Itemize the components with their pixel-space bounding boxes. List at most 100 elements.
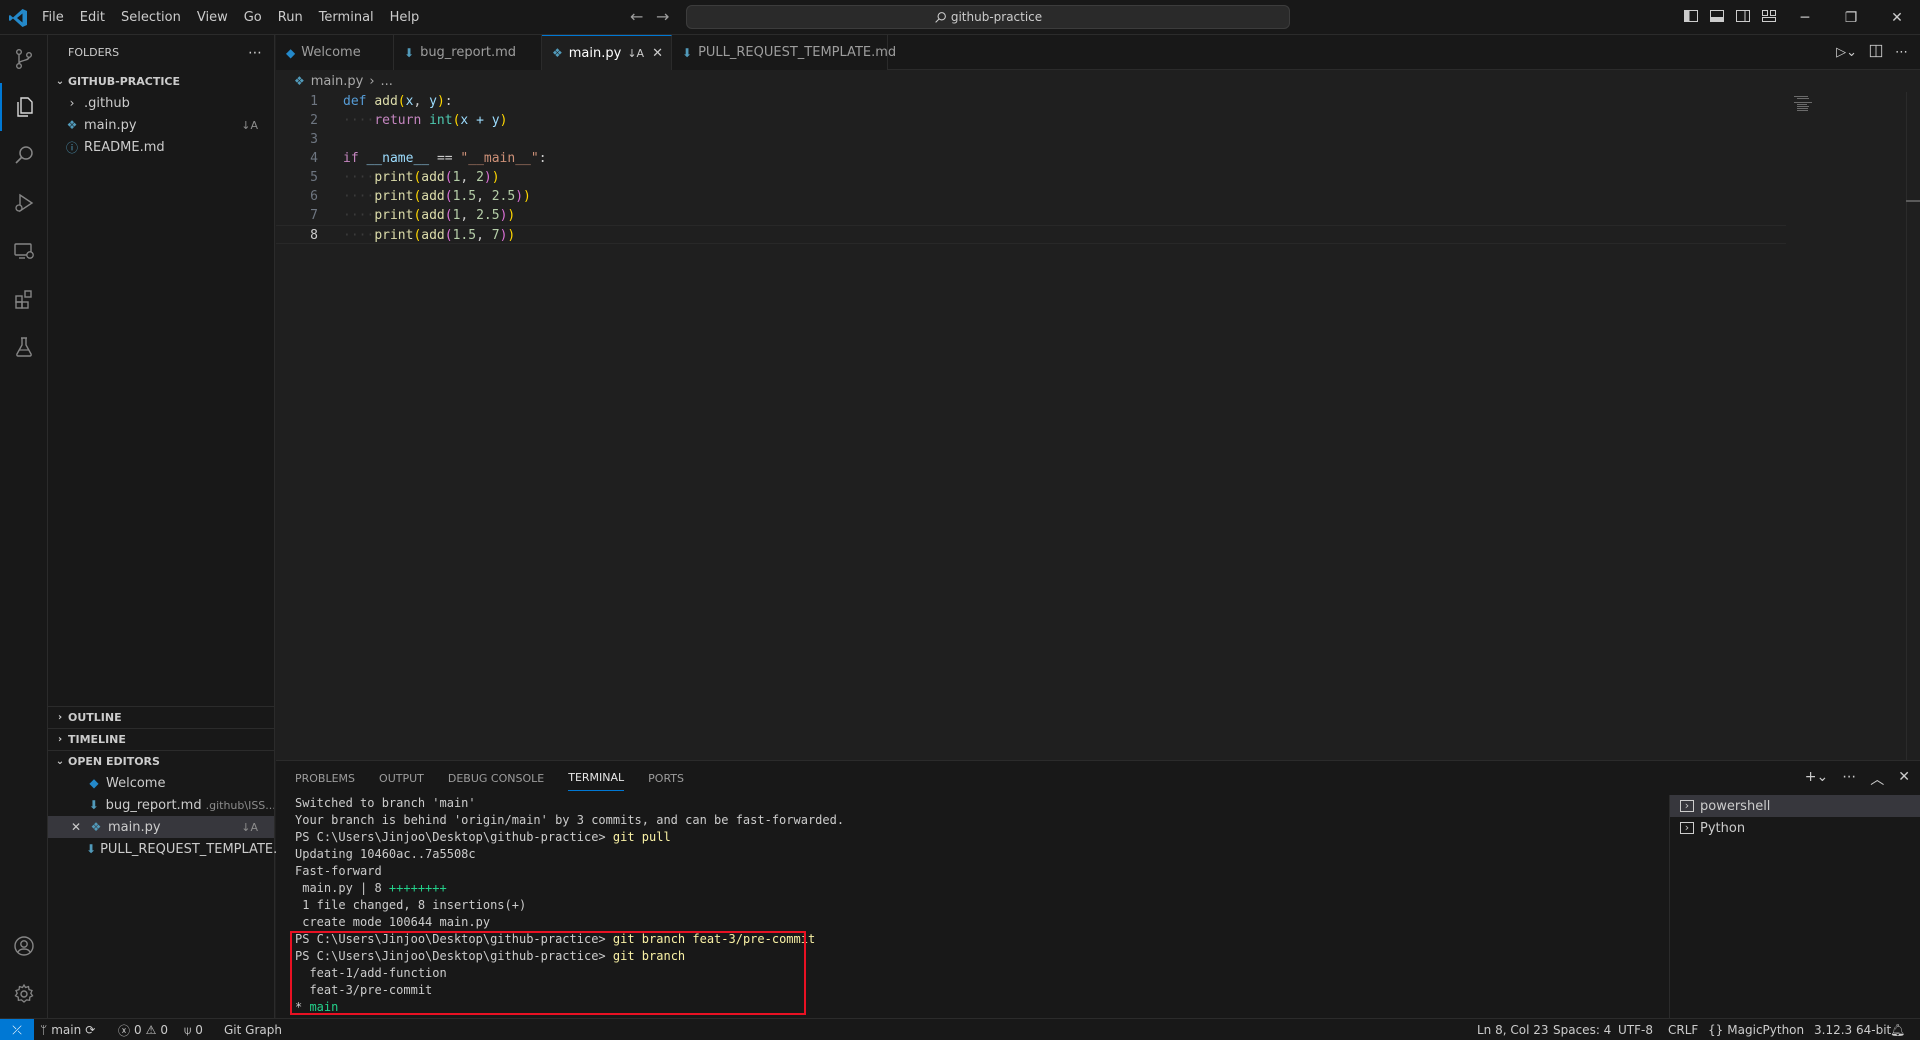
code-line: 7 ····print(add(1, 2.5)) xyxy=(310,208,516,223)
branch-status[interactable]: ᛘ main ⟳ xyxy=(40,1019,95,1040)
menu-terminal[interactable]: Terminal xyxy=(311,0,382,35)
maximize-panel-icon[interactable]: ︿ xyxy=(1870,769,1884,789)
code-editor[interactable]: 1 def add(x, y): 2 ····return int(x + y)… xyxy=(276,92,1920,760)
git-graph-button[interactable]: Git Graph xyxy=(224,1019,282,1040)
tree-item-main-py[interactable]: ❖ main.py ↓A xyxy=(48,114,274,136)
language-mode[interactable]: {} MagicPython xyxy=(1708,1019,1804,1040)
chevron-right-icon: › xyxy=(57,712,63,723)
breadcrumb: ❖ main.py › ... xyxy=(276,70,1920,92)
accounts-icon[interactable] xyxy=(0,922,48,970)
open-editor-path: .github\ISS... xyxy=(205,798,274,812)
minimize-icon[interactable]: ─ xyxy=(1782,0,1828,35)
git-status-badge: ↓A xyxy=(241,118,258,132)
tab-problems[interactable]: PROBLEMS xyxy=(295,766,355,791)
chevron-right-icon: › xyxy=(69,96,75,110)
ports-status[interactable]: ⍦ 0 xyxy=(184,1019,203,1040)
terminal-icon: › xyxy=(1680,822,1694,834)
eol-status[interactable]: CRLF xyxy=(1668,1019,1698,1040)
search-icon[interactable] xyxy=(0,131,48,179)
menu-edit[interactable]: Edit xyxy=(72,0,113,35)
menu-run[interactable]: Run xyxy=(270,0,311,35)
tab-main-py[interactable]: ❖ main.py ↓A ✕ xyxy=(542,35,672,70)
tab-label: Welcome xyxy=(301,45,361,60)
open-editor-bug-report[interactable]: ⬇ bug_report.md .github\ISS... xyxy=(48,794,274,816)
tree-item-label: .github xyxy=(84,95,130,111)
braces-icon: {} xyxy=(1708,1023,1724,1037)
remote-indicator-icon[interactable]: ⤫ xyxy=(0,1019,34,1040)
source-control-icon[interactable] xyxy=(0,35,48,83)
python-interpreter[interactable]: 3.12.3 64-bit xyxy=(1814,1019,1891,1040)
extensions-icon[interactable] xyxy=(0,275,48,323)
workspace-folder-header[interactable]: ⌄ GITHUB-PRACTICE xyxy=(48,70,274,92)
sidebar-header: FOLDERS ⋯ xyxy=(48,35,274,70)
info-icon: ⓘ xyxy=(65,140,78,155)
forward-arrow-icon[interactable]: → xyxy=(656,7,669,26)
menu-go[interactable]: Go xyxy=(236,0,270,35)
breadcrumb-file[interactable]: main.py xyxy=(311,74,364,89)
sidebar-title: FOLDERS xyxy=(68,46,120,59)
vscode-logo-icon[interactable] xyxy=(8,8,28,28)
sync-icon[interactable]: ⟳ xyxy=(85,1023,95,1037)
split-editor-icon[interactable] xyxy=(1869,44,1883,62)
close-panel-icon[interactable]: ✕ xyxy=(1898,769,1910,789)
indentation-status[interactable]: Spaces: 4 xyxy=(1553,1019,1611,1040)
encoding-status[interactable]: UTF-8 xyxy=(1618,1019,1653,1040)
explorer-icon[interactable] xyxy=(0,83,48,131)
timeline-section-header[interactable]: › TIMELINE xyxy=(48,728,274,750)
toggle-panel-icon[interactable] xyxy=(1709,8,1725,24)
menu-help[interactable]: Help xyxy=(382,0,428,35)
python-file-icon: ❖ xyxy=(552,46,563,60)
toggle-primary-sidebar-icon[interactable] xyxy=(1683,8,1699,24)
tree-item-readme[interactable]: ⓘ README.md xyxy=(48,136,274,158)
editor-scrollbar[interactable] xyxy=(1906,92,1920,760)
open-editors-section-header[interactable]: ⌄ OPEN EDITORS xyxy=(48,750,274,772)
run-python-file-icon[interactable]: ▷⌄ xyxy=(1836,45,1857,60)
more-actions-icon[interactable]: ⋯ xyxy=(1842,769,1856,789)
restore-icon[interactable]: ❐ xyxy=(1828,0,1874,35)
cursor-position[interactable]: Ln 8, Col 23 xyxy=(1477,1019,1549,1040)
tab-bug-report[interactable]: ⬇ bug_report.md xyxy=(394,35,542,70)
code-line: 5 ····print(add(1, 2)) xyxy=(310,170,500,185)
python-file-icon: ❖ xyxy=(294,74,305,88)
settings-gear-icon[interactable] xyxy=(0,970,48,1018)
run-and-debug-icon[interactable] xyxy=(0,179,48,227)
tree-item-label: main.py xyxy=(84,117,137,133)
notifications-bell-icon[interactable]: 🔔︎ xyxy=(1890,1019,1905,1040)
open-editor-label: Welcome xyxy=(106,775,166,791)
menu-selection[interactable]: Selection xyxy=(113,0,189,35)
close-window-icon[interactable]: ✕ xyxy=(1874,0,1920,35)
more-actions-icon[interactable]: ⋯ xyxy=(248,45,262,61)
tab-debug-console[interactable]: DEBUG CONSOLE xyxy=(448,766,544,791)
outline-section-header[interactable]: › OUTLINE xyxy=(48,706,274,728)
open-editor-main-py[interactable]: ✕ ❖ main.py ↓A xyxy=(48,816,274,838)
new-terminal-icon[interactable]: +⌄ xyxy=(1805,769,1828,789)
problems-status[interactable]: ⓧ 0 ⚠ 0 xyxy=(118,1019,168,1040)
open-editor-pull-request-template[interactable]: ⬇ PULL_REQUEST_TEMPLATE... xyxy=(48,838,286,860)
tab-ports[interactable]: PORTS xyxy=(648,766,684,791)
terminal-line: Fast-forward xyxy=(295,864,382,878)
close-icon[interactable]: ✕ xyxy=(68,820,84,834)
toggle-secondary-sidebar-icon[interactable] xyxy=(1735,8,1751,24)
customize-layout-icon[interactable] xyxy=(1761,8,1777,24)
menu-view[interactable]: View xyxy=(189,0,236,35)
remote-explorer-icon[interactable] xyxy=(0,227,48,275)
menu-file[interactable]: File xyxy=(34,0,72,35)
testing-icon[interactable] xyxy=(0,323,48,371)
tab-welcome[interactable]: ◆ Welcome xyxy=(276,35,394,70)
tab-pull-request-template[interactable]: ⬇ PULL_REQUEST_TEMPLATE.md xyxy=(672,35,896,70)
title-bar: File Edit Selection View Go Run Terminal… xyxy=(0,0,1920,35)
open-editor-welcome[interactable]: ◆ Welcome xyxy=(48,772,274,794)
close-tab-icon[interactable]: ✕ xyxy=(652,46,663,61)
more-actions-icon[interactable]: ⋯ xyxy=(1895,45,1908,60)
tree-item-github-folder[interactable]: › .github xyxy=(48,92,274,114)
minimap[interactable] xyxy=(1794,94,1820,114)
highlight-box xyxy=(290,931,806,1015)
terminal-item-python[interactable]: › Python xyxy=(1670,817,1920,839)
tab-terminal[interactable]: TERMINAL xyxy=(568,765,625,791)
tab-output[interactable]: OUTPUT xyxy=(379,766,424,791)
explorer-sidebar: FOLDERS ⋯ ⌄ GITHUB-PRACTICE › .github ❖ … xyxy=(48,35,286,1018)
command-center-search[interactable]: github-practice xyxy=(686,5,1290,29)
terminal-item-powershell[interactable]: › powershell xyxy=(1670,795,1920,817)
breadcrumb-symbol[interactable]: ... xyxy=(381,74,393,89)
back-arrow-icon[interactable]: ← xyxy=(630,7,643,26)
